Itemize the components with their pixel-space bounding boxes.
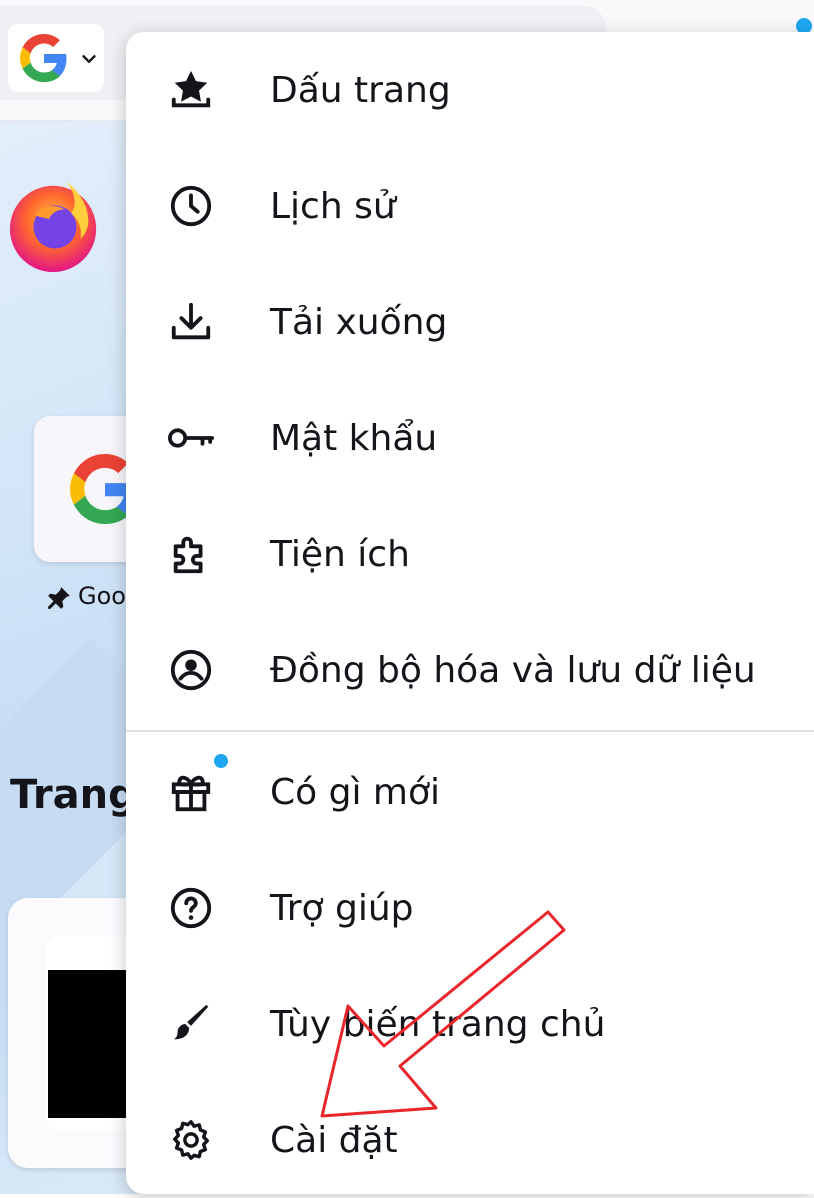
menu-item-label: Đồng bộ hóa và lưu dữ liệu [270, 649, 756, 691]
menu-item-passwords[interactable]: Mật khẩu [126, 380, 814, 496]
menu-item-label: Mật khẩu [270, 417, 438, 459]
chevron-down-icon [82, 55, 96, 63]
account-icon [166, 645, 216, 695]
gear-icon [166, 1115, 216, 1165]
menu-item-history[interactable]: Lịch sử [126, 148, 814, 264]
menu-item-label: Tải xuống [270, 301, 448, 343]
notification-dot [214, 754, 228, 768]
search-engine-selector[interactable] [8, 24, 104, 92]
puzzle-icon [166, 529, 216, 579]
section-title: Trang [10, 772, 137, 818]
google-logo-icon [20, 34, 67, 82]
menu-item-help[interactable]: Trợ giúp [126, 850, 814, 966]
menu-item-bookmarks[interactable]: Dấu trang [126, 32, 814, 148]
gift-icon [166, 767, 216, 817]
menu-item-downloads[interactable]: Tải xuống [126, 264, 814, 380]
menu-item-label: Lịch sử [270, 185, 396, 227]
menu-item-label: Tiện ích [270, 533, 410, 575]
bookmark-star-icon [166, 65, 216, 115]
menu-item-label: Trợ giúp [270, 887, 414, 929]
menu-item-customize-homepage[interactable]: Tùy biến trang chủ [126, 966, 814, 1082]
menu-item-label: Tùy biến trang chủ [270, 1003, 606, 1045]
firefox-logo [9, 181, 97, 273]
menu-item-sync[interactable]: Đồng bộ hóa và lưu dữ liệu [126, 612, 814, 728]
main-menu: Dấu trang Lịch sử Tải xuống Mật khẩu Tiệ… [126, 32, 814, 1194]
menu-divider [126, 730, 814, 732]
menu-item-whats-new[interactable]: Có gì mới [126, 734, 814, 850]
menu-item-settings[interactable]: Cài đặt [126, 1082, 814, 1198]
menu-item-label: Có gì mới [270, 771, 440, 813]
menu-item-label: Cài đặt [270, 1119, 398, 1161]
menu-item-label: Dấu trang [270, 69, 451, 111]
pin-icon [48, 587, 70, 609]
clock-icon [166, 181, 216, 231]
key-icon [166, 413, 216, 463]
shortcut-label: Goo [78, 582, 126, 610]
download-icon [166, 297, 216, 347]
menu-item-extensions[interactable]: Tiện ích [126, 496, 814, 612]
brush-icon [166, 999, 216, 1049]
help-icon [166, 883, 216, 933]
